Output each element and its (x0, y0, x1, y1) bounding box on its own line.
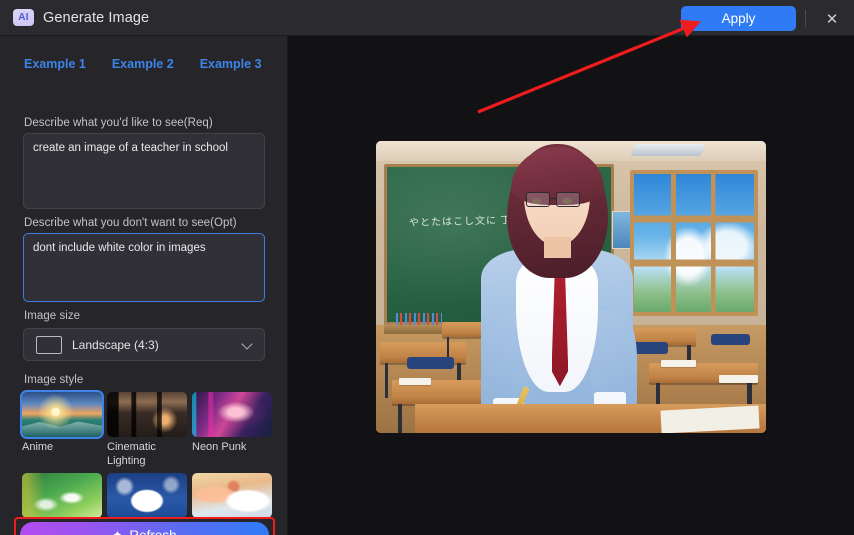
settings-sidebar: Example 1 Example 2 Example 3 Describe w… (0, 36, 288, 535)
style-thumbnail-anime[interactable] (20, 390, 104, 439)
style-thumbnail-neon-punk[interactable] (192, 392, 272, 437)
refresh-button[interactable]: ✦ Refresh (20, 522, 269, 535)
image-chalk-sticks (395, 313, 443, 325)
refresh-highlight-box: ✦ Refresh (14, 517, 275, 535)
page-title: Generate Image (43, 9, 150, 26)
image-window (629, 170, 759, 317)
ai-icon: AI (13, 9, 34, 26)
style-thumbnail-cinematic-lighting[interactable] (107, 392, 187, 437)
titlebar-divider (805, 10, 806, 27)
positive-prompt-label: Describe what you'd like to see(Req) (24, 117, 213, 129)
image-style-grid: Anime Cinematic Lighting Neon Punk (20, 390, 272, 518)
apply-button[interactable]: Apply (681, 6, 796, 31)
style-option-neon-punk[interactable]: Neon Punk (192, 392, 272, 469)
landscape-ratio-icon (36, 335, 62, 354)
preview-area: やとたはこし文に 丁ぶち・リ (289, 36, 854, 535)
style-option-5[interactable] (107, 472, 187, 518)
example-link-1[interactable]: Example 1 (24, 57, 86, 71)
example-link-2[interactable]: Example 2 (112, 57, 174, 71)
image-paper (719, 374, 759, 384)
image-size-select[interactable]: Landscape (4:3) (23, 328, 265, 361)
examples-row: Example 1 Example 2 Example 3 (24, 57, 262, 71)
positive-prompt-input[interactable] (23, 133, 265, 209)
image-teacher-glasses-bridge (549, 197, 557, 200)
title-bar: AI Generate Image Apply ✕ (0, 0, 854, 36)
image-chair (407, 357, 454, 369)
example-link-3[interactable]: Example 3 (200, 57, 262, 71)
style-label: Cinematic Lighting (107, 441, 156, 467)
image-teacher-glasses-right (556, 192, 581, 207)
style-option-cinematic-lighting[interactable]: Cinematic Lighting (107, 392, 187, 469)
image-paper (399, 377, 431, 385)
style-label: Anime (22, 441, 54, 453)
style-option-6[interactable] (192, 472, 272, 518)
chevron-down-icon (241, 338, 253, 350)
close-icon[interactable]: ✕ (822, 9, 842, 29)
style-thumbnail-6[interactable] (192, 472, 272, 518)
image-style-label: Image style (24, 374, 84, 386)
style-label: Neon Punk (192, 441, 247, 453)
image-teacher-neck (543, 237, 571, 258)
image-teacher-glasses-left (525, 192, 550, 207)
image-front-paper (660, 405, 759, 433)
image-ceiling-light (631, 143, 706, 156)
generate-image-dialog: AI Generate Image Apply ✕ Example 1 Exam… (0, 0, 854, 535)
image-size-label: Image size (24, 310, 81, 322)
generated-image[interactable]: やとたはこし文に 丁ぶち・リ (376, 141, 766, 433)
sparkle-icon: ✦ (112, 528, 123, 535)
image-paper (660, 360, 696, 368)
style-thumbnail-4[interactable] (22, 472, 102, 518)
style-thumbnail-5[interactable] (107, 472, 187, 518)
image-chair (711, 333, 751, 346)
image-size-value: Landscape (4:3) (72, 337, 159, 352)
style-option-anime[interactable]: Anime (20, 390, 104, 469)
style-option-4[interactable] (22, 472, 102, 518)
negative-prompt-input[interactable] (23, 233, 265, 302)
negative-prompt-label: Describe what you don't want to see(Opt) (24, 217, 237, 229)
refresh-button-label: Refresh (129, 527, 177, 535)
